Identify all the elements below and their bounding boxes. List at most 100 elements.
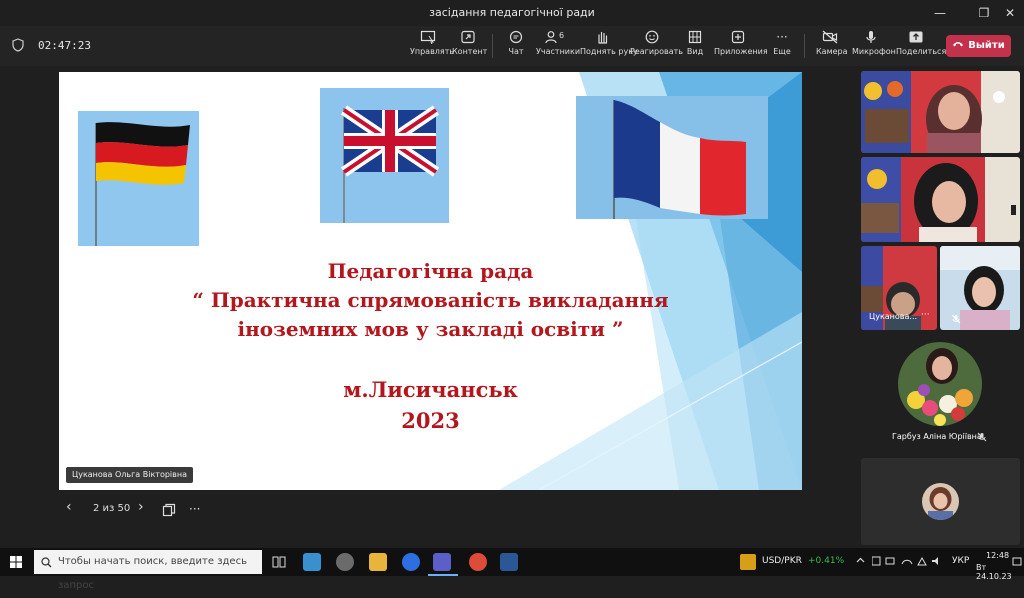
manage-button[interactable]: Управлять [410,30,455,64]
raise-hand-label: Поднять руку [580,47,638,56]
grid-icon [688,30,702,44]
taskbar-app-icon[interactable] [303,553,321,571]
toolbar-divider [804,34,805,58]
chat-label: Чат [508,47,524,56]
meeting-toolbar: 02:47:23 Управлять Контент Чат 6 Участни… [0,26,1024,66]
apps-button[interactable]: Приложения [714,30,768,64]
camera-button[interactable]: Камера [816,30,848,64]
content-button[interactable]: Контент [452,30,488,64]
participant-video [861,71,1020,153]
content-label: Контент [452,47,488,56]
participants-count: 6 [559,31,564,40]
add-app-icon [731,30,745,44]
close-window-button[interactable]: ✕ [996,4,1024,22]
windows-taskbar: Чтобы начать поиск, введите здесь запрос… [0,548,1024,591]
file-explorer-icon[interactable] [369,553,387,571]
chat-button[interactable]: Чат [505,30,527,64]
window-title: засідання педагогічної ради [429,6,595,19]
chrome-app-icon[interactable] [469,553,487,571]
content-share-icon [461,30,475,44]
flowers-avatar-image [898,342,982,426]
windows-start-icon[interactable] [10,556,22,568]
camera-label: Камера [816,47,848,56]
microphone-label: Микрофон [852,47,896,56]
network-icon[interactable] [871,556,948,566]
ticker-symbol[interactable]: USD/PKR [762,556,802,566]
muted-microphone-icon [977,432,987,442]
word-app-icon[interactable] [500,553,518,571]
participant-video-tile[interactable] [940,246,1020,330]
notifications-icon[interactable] [1012,557,1022,567]
ticker-change: +0.41% [808,556,845,566]
chevron-up-icon [856,557,865,563]
next-slide-button[interactable]: › [138,499,144,515]
search-icon [41,557,52,568]
participant-name: Цуканова... [869,312,918,321]
view-button[interactable]: Вид [684,30,706,64]
shield-icon [12,38,24,52]
camera-off-icon [822,30,838,44]
more-button[interactable]: ··· Еще [770,30,794,64]
self-avatar [922,483,959,520]
muted-microphone-icon [951,314,961,324]
slide-overview-button[interactable] [162,503,176,520]
british-flag-image [320,88,449,223]
minimize-button[interactable]: — [926,4,954,22]
previous-slide-button[interactable]: ‹ [66,499,72,515]
participant-video-tile[interactable]: Цуканова... ··· [861,246,937,330]
people-icon: 6 [545,31,564,44]
microphone-button[interactable]: Микрофон [852,30,896,64]
apps-label: Приложения [714,47,768,56]
toolbar-divider [492,34,493,58]
share-screen-icon [909,31,923,43]
paint-app-icon[interactable] [336,553,354,571]
screen-control-icon [420,30,436,44]
slide-page-indicator: 2 из 50 [93,503,131,514]
french-flag-image [576,96,768,219]
react-button[interactable]: Реагировать [630,30,684,64]
slide-heading: Педагогічна рада [327,259,534,283]
slide-city: м.Лисичанськ [343,377,518,402]
manage-label: Управлять [410,47,455,56]
clock-time[interactable]: 12:48 [986,551,1009,560]
microphone-icon [866,31,876,43]
view-label: Вид [686,47,704,56]
restore-button[interactable]: ❐ [970,4,998,22]
participant-name: Гарбуз Аліна Юріївна [892,432,982,441]
zoom-app-icon[interactable] [402,553,420,571]
teams-app-icon[interactable] [433,553,451,571]
slide-more-options-button[interactable]: ··· [189,502,200,516]
participants-label: Участники [536,47,581,56]
raise-hand-button[interactable]: Поднять руку [580,30,638,64]
slide-topic-line-2: іноземних мов у закладі освіти ” [237,317,624,341]
slide-topic-line-1: “ Практична спрямованість викладання [192,288,669,312]
participant-video-tile[interactable] [861,157,1020,242]
share-button[interactable]: Поделиться [896,30,947,64]
leave-button[interactable]: Выйти [946,35,1011,57]
self-avatar-image [922,483,959,520]
participant-avatar[interactable] [898,342,982,426]
leave-label: Выйти [968,40,1005,51]
show-hidden-icons-button[interactable] [856,556,865,568]
slide-year: 2023 [401,408,460,433]
smile-icon [645,30,659,44]
self-view-tile[interactable] [861,458,1020,545]
participant-video-tile[interactable] [861,71,1020,153]
currency-widget-icon[interactable] [740,554,756,570]
meeting-timer: 02:47:23 [38,39,91,52]
share-label: Поделиться [896,47,947,56]
title-bar: засідання педагогічної ради — ❐ ✕ [0,0,1024,26]
input-language[interactable]: УКР [952,556,969,566]
more-label: Еще [773,47,791,56]
more-icon: ··· [776,30,788,44]
react-label: Реагировать [630,47,684,56]
presenter-name-tag: Цуканова Ольга Вікторівна [66,467,193,483]
hand-icon [598,31,608,44]
slides-overview-icon [162,503,176,517]
taskbar-search-box[interactable]: Чтобы начать поиск, введите здесь запрос [34,550,262,591]
participants-button[interactable]: 6 Участники [536,30,581,64]
participant-video [861,157,1020,242]
german-flag-image [78,111,199,246]
participant-more-button[interactable]: ··· [921,310,930,320]
task-view-icon[interactable] [272,555,286,569]
